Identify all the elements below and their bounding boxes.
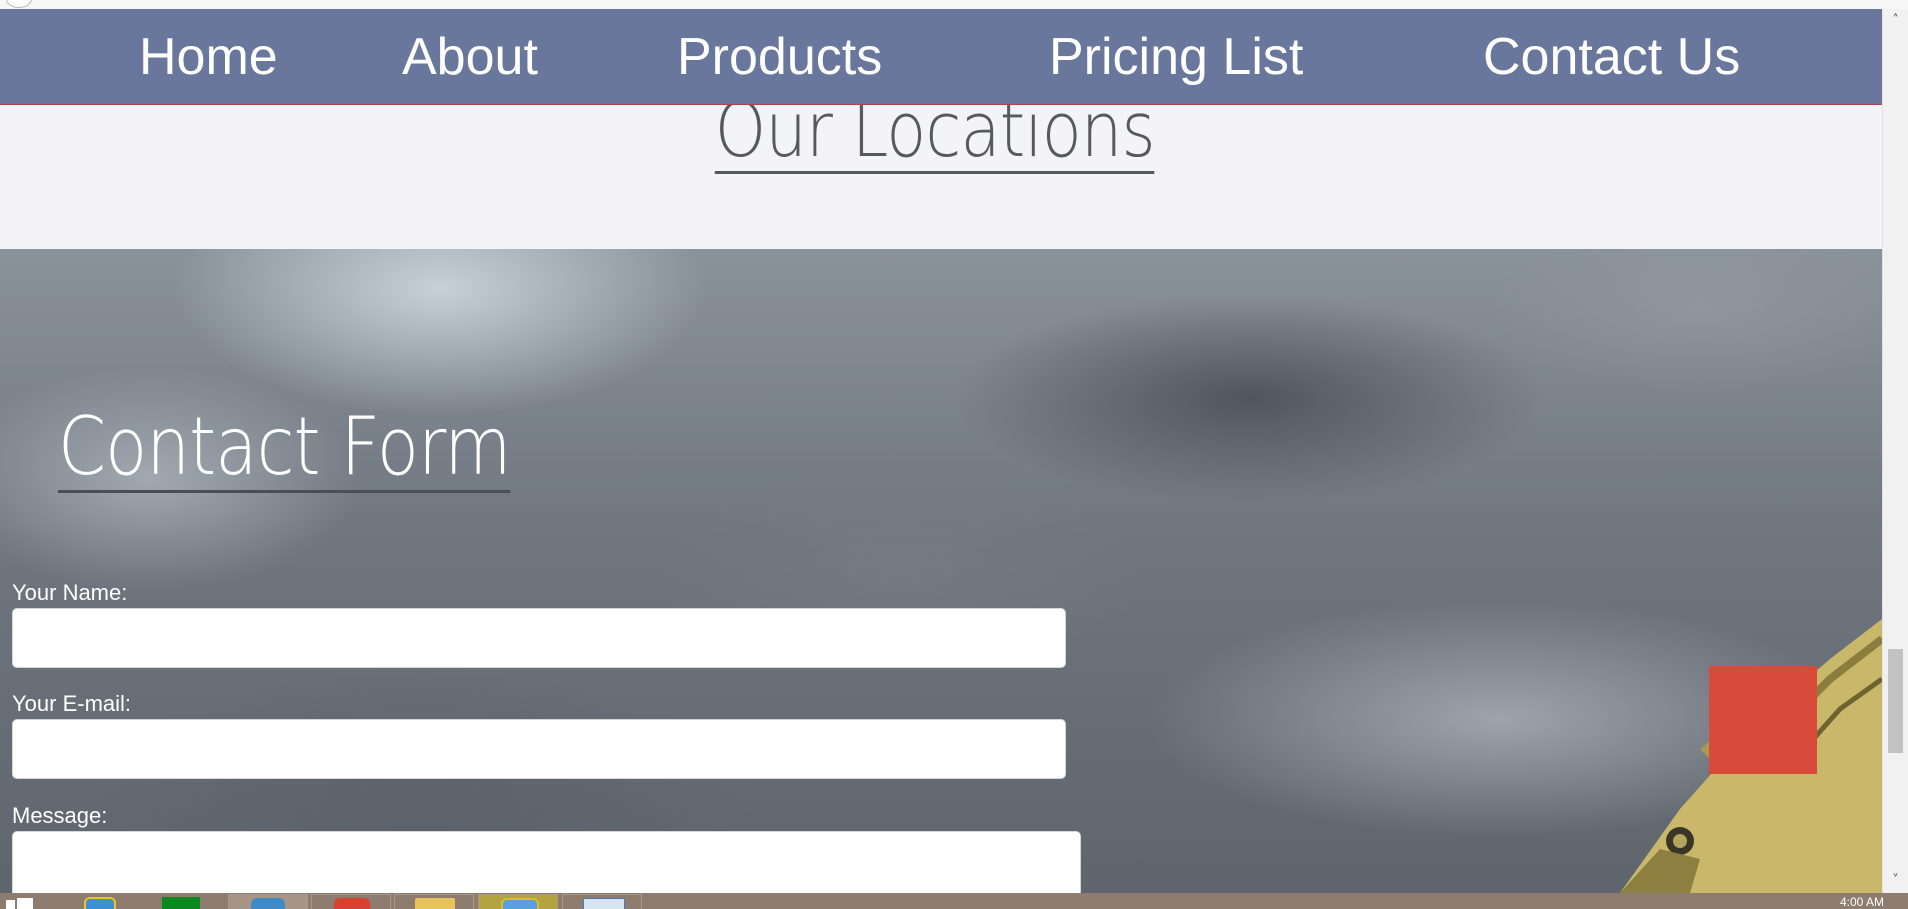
scroll-down-arrow-icon[interactable]: ˅ [1883, 871, 1908, 891]
taskbar-store-button[interactable] [158, 894, 208, 909]
start-icon [6, 898, 33, 909]
email-input[interactable] [12, 719, 1066, 779]
scroll-up-arrow-icon[interactable]: ˄ [1883, 11, 1908, 31]
scrollbar-thumb[interactable] [1888, 649, 1903, 753]
taskbar-chrome-button[interactable] [311, 894, 391, 909]
start-button[interactable] [0, 894, 48, 909]
nav-contact-us-link[interactable]: Contact Us [1483, 31, 1740, 83]
store-icon [162, 897, 200, 909]
nav-products-link[interactable]: Products [677, 31, 882, 83]
excavator-image [1620, 619, 1882, 893]
taskbar-window-button[interactable] [562, 894, 642, 909]
nav-pricing-list-link[interactable]: Pricing List [1049, 31, 1303, 83]
email-field-label: Your E-mail: [12, 691, 132, 716]
taskbar-ie-button[interactable] [74, 894, 126, 909]
vertical-scrollbar[interactable]: ˄ ˅ [1882, 9, 1908, 893]
nav-home-link[interactable]: Home [139, 31, 278, 83]
back-to-top-button[interactable] [1709, 666, 1817, 774]
contact-section-background [0, 249, 1882, 893]
browser-tab-edge-icon [6, 0, 32, 8]
name-input[interactable] [12, 608, 1066, 668]
taskbar-ie-window-button[interactable] [478, 894, 558, 909]
ie-globe-icon [501, 898, 539, 909]
browser-icon [251, 898, 285, 909]
file-explorer-icon [415, 898, 455, 909]
chrome-icon [334, 898, 370, 909]
internet-explorer-icon [84, 897, 116, 909]
windows-taskbar: 4:00 AM [0, 893, 1908, 909]
message-field-label: Message: [12, 803, 108, 828]
web-page: Home About Products Pricing List Contact… [0, 9, 1882, 893]
message-textarea[interactable] [12, 831, 1081, 893]
nav-about-link[interactable]: About [402, 31, 538, 83]
taskbar-file-explorer-button[interactable] [394, 894, 474, 909]
contact-form-heading: Contact Form [58, 400, 584, 494]
contact-form-heading-text: Contact Form [58, 400, 511, 494]
name-field-label: Your Name: [12, 580, 128, 605]
taskbar-active-browser-button[interactable] [228, 894, 308, 909]
main-navbar: Home About Products Pricing List Contact… [0, 9, 1882, 105]
taskbar-clock[interactable]: 4:00 AM [1840, 895, 1884, 909]
window-icon [583, 898, 625, 909]
